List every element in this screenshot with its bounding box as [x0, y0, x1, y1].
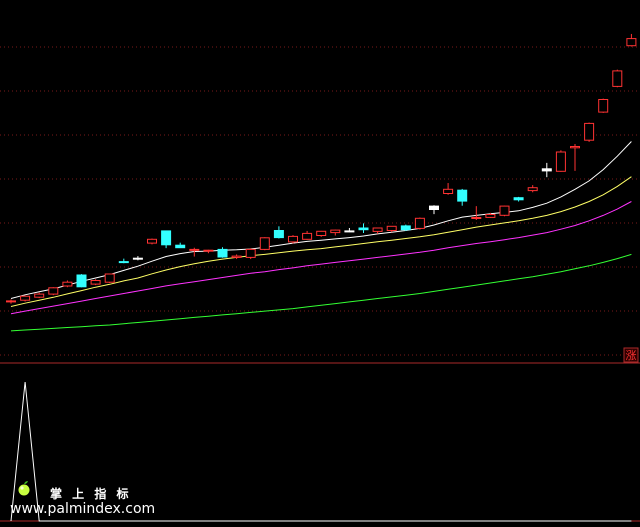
candle [245, 248, 256, 260]
candle [90, 279, 101, 286]
candle-body [245, 248, 256, 258]
rise-badge-label: 涨 [626, 349, 637, 362]
candle-body [259, 237, 270, 250]
candle-body [471, 217, 482, 219]
chart-background [0, 0, 640, 527]
candle-body [118, 261, 129, 264]
rise-badge: 涨 [623, 347, 639, 363]
candle-body [203, 249, 214, 252]
candle-body [598, 99, 609, 113]
candle-body [584, 122, 595, 141]
candle-body [457, 189, 468, 202]
candle [584, 122, 595, 142]
candle [316, 230, 327, 237]
candle-body [161, 230, 172, 246]
candle-body [273, 230, 284, 239]
candle [104, 273, 115, 283]
candle-body [485, 214, 496, 218]
candle-body [400, 225, 411, 231]
candle [20, 295, 31, 302]
candle [499, 205, 510, 217]
candle-body [104, 273, 115, 283]
candle-body [288, 235, 298, 243]
candle-body [443, 188, 454, 195]
candle [612, 69, 623, 88]
candle-body [626, 38, 637, 47]
candle-body [386, 225, 397, 232]
candle-body [316, 230, 327, 237]
candle [414, 217, 425, 230]
candle-body [612, 70, 623, 87]
candle-body [372, 227, 383, 232]
brand-name: 掌 上 指 标 [50, 486, 132, 501]
candle-body [231, 255, 242, 258]
candle-body [302, 232, 313, 240]
candle-body [6, 300, 16, 303]
candle-body [527, 187, 538, 192]
candle-body [132, 257, 143, 260]
candle [76, 274, 87, 288]
candle-body [62, 281, 73, 287]
candle [48, 287, 59, 296]
candle-body [147, 238, 157, 244]
candle-body [175, 244, 186, 249]
candle-body [330, 229, 341, 234]
candle-body [513, 197, 524, 201]
candle [259, 237, 270, 251]
candle [598, 98, 609, 113]
candle [400, 224, 411, 231]
candle-body [76, 274, 87, 288]
candle-body [344, 230, 355, 233]
candle-body [217, 248, 228, 258]
candle-body [414, 217, 425, 229]
candle-body [429, 205, 439, 211]
candle-body [570, 146, 580, 149]
candle-body [499, 205, 510, 216]
candle-body [34, 293, 45, 298]
candle-body [358, 227, 369, 231]
candle [288, 235, 298, 244]
candle [555, 150, 566, 172]
candle-body [20, 295, 31, 301]
candle [147, 238, 157, 245]
stock-chart: 涨 掌 上 指 标 www.palmindex.com [0, 0, 640, 527]
brand-url: www.palmindex.com [10, 501, 155, 517]
candle-body [541, 168, 552, 172]
candle-body [555, 151, 566, 172]
candle-body [48, 287, 59, 295]
candle-body [90, 280, 101, 285]
candle-body [189, 248, 200, 251]
